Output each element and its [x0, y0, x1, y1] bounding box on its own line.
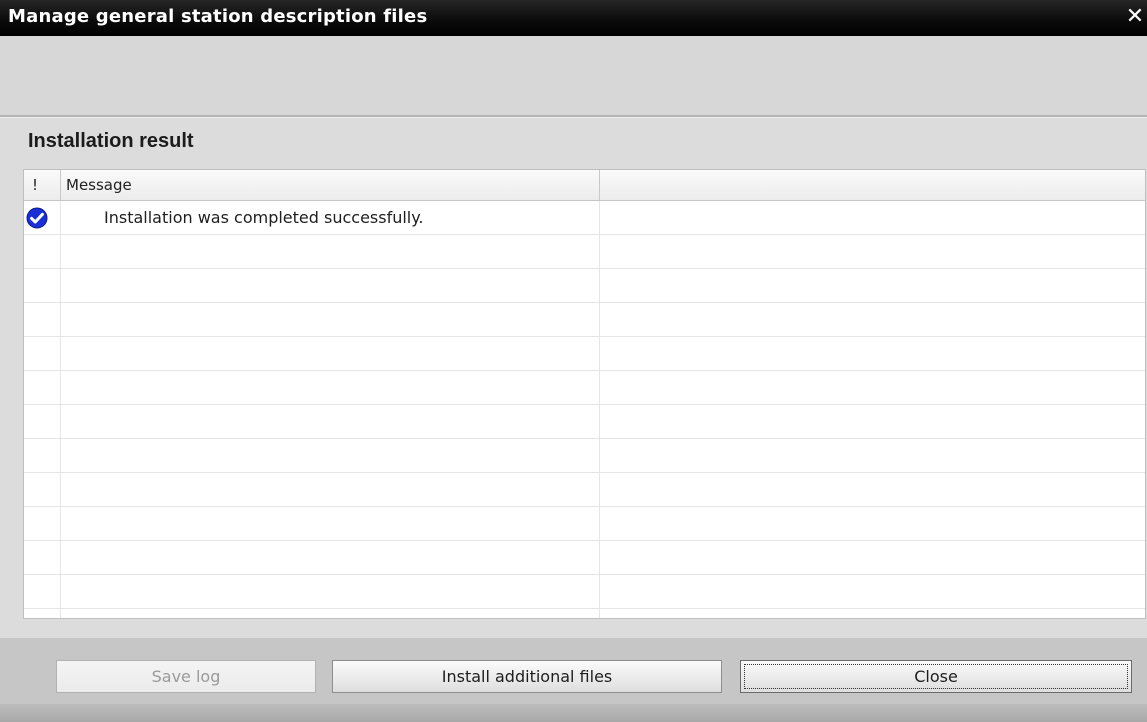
table-row	[24, 541, 1145, 575]
column-header-status[interactable]: !	[24, 170, 61, 200]
table-row	[24, 439, 1145, 473]
close-icon[interactable]: ✕	[1123, 0, 1147, 36]
check-circle-icon	[26, 207, 48, 229]
save-log-button[interactable]: Save log	[56, 660, 316, 693]
table-row	[24, 303, 1145, 337]
table-header: ! Message	[24, 170, 1145, 201]
header-area	[0, 36, 1147, 115]
table-row	[24, 405, 1145, 439]
table-row	[24, 507, 1145, 541]
window-title: Manage general station description files	[8, 6, 428, 27]
close-button-label: Close	[914, 667, 958, 686]
table-row	[24, 473, 1145, 507]
table-row	[24, 371, 1145, 405]
table-row	[24, 575, 1145, 609]
close-button[interactable]: Close	[740, 660, 1132, 693]
section-title: Installation result	[28, 130, 194, 152]
table-row	[24, 235, 1145, 269]
table-row	[24, 269, 1145, 303]
result-table: ! Message Installation was completed suc…	[23, 169, 1146, 619]
table-row	[24, 337, 1145, 371]
column-header-message[interactable]: Message	[61, 170, 600, 200]
column-header-extra[interactable]	[600, 170, 1145, 200]
row-message: Installation was completed successfully.	[104, 208, 424, 227]
install-additional-files-button[interactable]: Install additional files	[332, 660, 722, 693]
table-row[interactable]: Installation was completed successfully.	[24, 201, 1145, 235]
footer-band	[0, 704, 1147, 722]
window-titlebar: Manage general station description files…	[0, 0, 1147, 36]
